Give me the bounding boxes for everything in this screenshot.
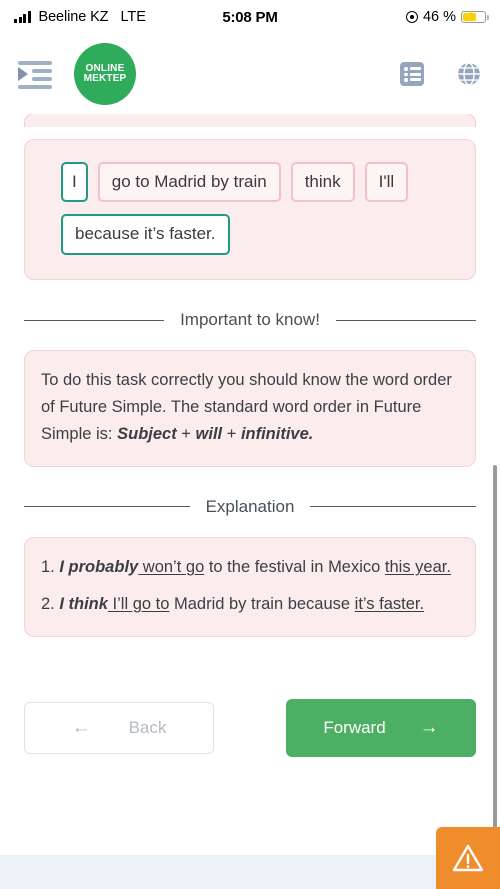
word-chip-list-row2: because it’s faster. [43,214,457,255]
battery-percent-label: 46 % [422,9,456,25]
forward-button-label: Forward [323,717,386,737]
app-header: ONLINE MEKTEP [0,34,500,114]
back-button-label: Back [128,717,167,737]
explanation-2-number: 2. [41,594,60,613]
charging-bolt-icon: ⚡ [463,11,477,22]
location-icon [405,11,418,23]
explanation-box: 1. I probably won’t go to the festival i… [24,537,476,637]
explanation-1-underline-1: won’t go [138,558,205,577]
explanation-item-2: 2. I think I’ll go to Madrid by train be… [41,591,459,618]
word-chip[interactable]: go to Madrid by train [97,162,281,203]
logo-line-2: MEKTEP [83,73,127,84]
important-bold-subject: Subject [117,424,177,443]
section-divider-important: Important to know! [24,308,476,333]
explanation-1-underline-2: this year. [384,558,451,577]
app-header-actions [400,61,482,87]
navigation-buttons: ← Back Forward → [24,698,476,757]
battery-icon: ⚡ [461,10,489,24]
explanation-2-underline-2: it’s faster. [354,594,425,613]
warning-triangle-icon [452,844,484,872]
divider-line-right [310,506,476,508]
section-divider-explanation: Explanation [24,495,476,520]
word-chip[interactable]: think [290,162,355,203]
important-plus-2: + [222,424,241,443]
word-chip[interactable]: because it’s faster. [61,214,230,255]
previous-card-clipped [24,114,476,127]
vertical-scrollbar[interactable] [493,465,497,855]
explanation-2-bold: I think [59,594,108,613]
report-problem-button[interactable] [436,827,500,889]
answer-card: I go to Madrid by train think I'll becau… [24,139,476,280]
lesson-content: I go to Madrid by train think I'll becau… [0,114,500,855]
back-arrow-icon: ← [71,717,91,739]
indent-menu-icon[interactable] [18,59,52,89]
divider-line-left [24,506,190,508]
status-bar: Beeline KZ LTE 5:08 PM 46 % ⚡ [0,0,500,34]
list-icon[interactable] [400,62,424,86]
explanation-2-plain: Madrid by train because [169,594,355,613]
globe-icon[interactable] [456,61,482,87]
divider-line-right [335,319,476,321]
bottom-bar [0,855,500,889]
word-chip[interactable]: I [61,162,88,203]
important-to-know-box: To do this task correctly you should kno… [24,350,476,467]
forward-button[interactable]: Forward → [286,698,476,757]
important-bold-will: will [195,424,223,443]
online-mektep-logo[interactable]: ONLINE MEKTEP [74,43,136,105]
app-root: Beeline KZ LTE 5:08 PM 46 % ⚡ ONLINE MEK… [0,0,500,889]
section-title-important: Important to know! [180,309,320,329]
explanation-1-plain: to the festival in Mexico [204,558,385,577]
word-chip[interactable]: I'll [364,162,409,203]
explanation-2-underline-1: I’ll go to [107,594,170,613]
explanation-item-1: 1. I probably won’t go to the festival i… [41,554,459,581]
divider-line-left [24,319,165,321]
section-title-explanation: Explanation [205,496,295,516]
explanation-1-bold: I probably [59,558,139,577]
important-plus-1: + [176,424,196,443]
important-bold-infinitive: infinitive. [240,424,314,443]
back-button[interactable]: ← Back [24,701,214,754]
forward-arrow-icon: → [419,717,439,739]
word-chip-list: I go to Madrid by train think I'll [43,162,457,203]
status-bar-right: 46 % ⚡ [405,9,489,25]
explanation-1-number: 1. [41,558,60,577]
